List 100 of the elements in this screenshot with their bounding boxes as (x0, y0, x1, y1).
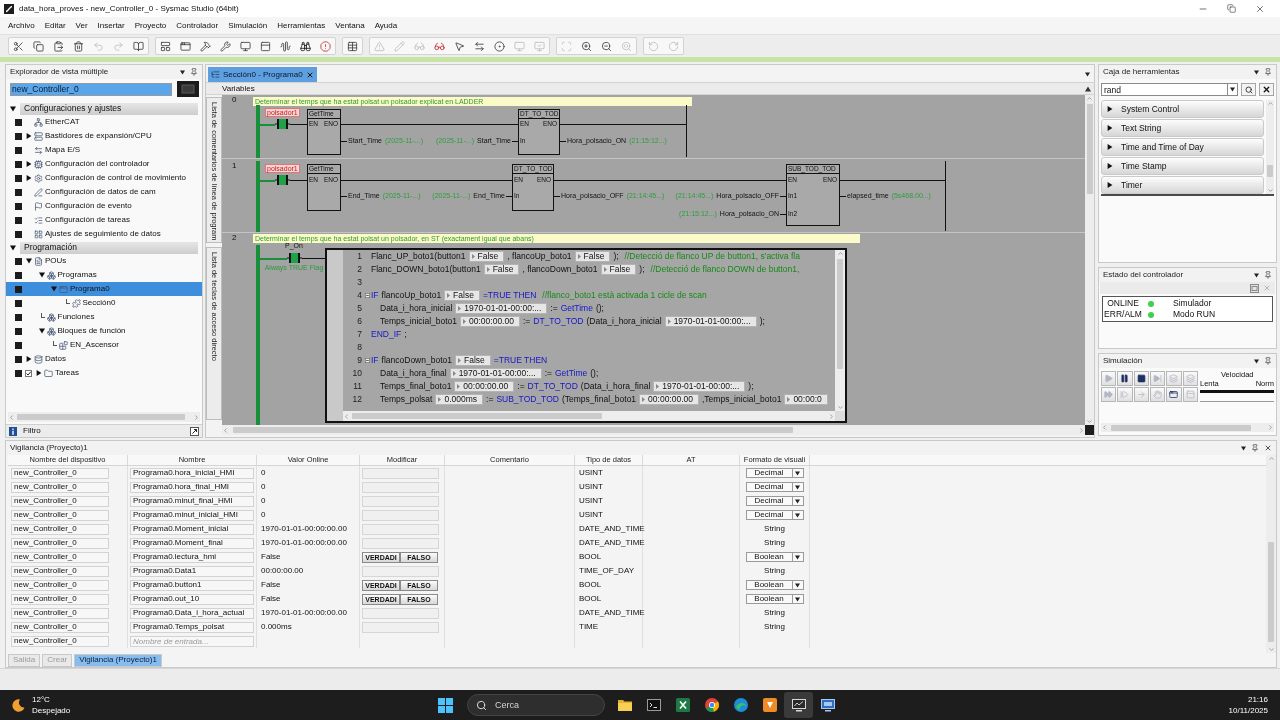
format-dropdown[interactable]: Decimal (745, 482, 804, 492)
tree-item[interactable]: EtherCAT (6, 115, 202, 129)
group-header[interactable]: Programación (20, 241, 198, 254)
format-dropdown[interactable]: Decimal (745, 496, 804, 506)
alert-icon[interactable] (320, 40, 331, 52)
format-dropdown[interactable]: Boolean (745, 594, 804, 604)
wrench-icon[interactable] (220, 40, 231, 52)
modify-field[interactable] (362, 509, 439, 521)
caret-right-icon[interactable] (1107, 125, 1113, 131)
toolbox-category[interactable]: Text String (1101, 119, 1264, 137)
pin-icon[interactable] (1264, 271, 1272, 279)
value-field[interactable]: 00:00:00.00 (460, 316, 520, 327)
value-field[interactable]: False (574, 251, 611, 262)
panel-tab[interactable]: Vigilancia (Proyecto)1 (74, 653, 162, 667)
window-icon[interactable] (180, 40, 191, 52)
binoculars-icon[interactable] (300, 40, 311, 52)
name-field[interactable]: Programa0.minut_inicial_HMI (130, 509, 254, 521)
caret-down-icon[interactable] (795, 484, 800, 490)
menu-item[interactable]: Herramientas (272, 21, 331, 30)
modify-field[interactable] (362, 481, 439, 493)
device-field[interactable]: new_Controller_0 (11, 467, 109, 479)
name-field[interactable]: Programa0.hora_final_HMI (130, 481, 254, 493)
value-field[interactable]: 0.000ms (435, 394, 484, 405)
caret-right-icon[interactable] (1107, 182, 1113, 188)
device-field[interactable]: new_Controller_0 (11, 593, 109, 605)
vertical-scrollbar[interactable] (1085, 95, 1094, 425)
pin-icon[interactable] (1264, 68, 1272, 76)
close-icon[interactable] (1264, 444, 1272, 452)
caret-down-icon[interactable] (795, 582, 800, 588)
value-field[interactable]: False (483, 264, 520, 275)
value-field[interactable]: 00:00:00.00 (639, 394, 699, 405)
tree-item[interactable]: Funciones (6, 310, 202, 324)
book-icon[interactable] (133, 40, 144, 52)
menu-item[interactable]: Simulación (223, 21, 273, 30)
toolbox-category[interactable]: System Control (1101, 100, 1264, 118)
stop-button[interactable] (1133, 371, 1149, 386)
value-field[interactable]: 00:00:00.00 (454, 381, 515, 392)
menu-item[interactable]: Ayuda (369, 21, 403, 30)
tree-item[interactable]: Bastidores de expansión/CPU (6, 129, 202, 143)
menu-item[interactable]: Ver (70, 21, 93, 30)
caret-down-icon[interactable] (1254, 272, 1259, 278)
hammer-icon[interactable] (200, 40, 211, 52)
caret-down-icon[interactable] (1085, 72, 1090, 77)
tree-item[interactable]: Configuración de control de movimiento (6, 171, 202, 185)
restore-icon[interactable] (1227, 4, 1236, 13)
device-field[interactable]: new_Controller_0 (11, 551, 109, 563)
tree-item[interactable]: EN_Ascensor (6, 338, 202, 352)
caret-down-icon[interactable] (38, 328, 45, 334)
scrollbar-thumb[interactable] (837, 259, 843, 369)
device-field[interactable]: new_Controller_0 (11, 537, 109, 549)
paste-icon[interactable] (53, 40, 64, 52)
pointer-icon[interactable] (454, 40, 465, 52)
search-field[interactable]: rand (1101, 83, 1227, 96)
value-field[interactable]: 1970-01-01-00:00:... (455, 303, 548, 314)
caret-down-icon[interactable] (1230, 87, 1235, 92)
tree-item[interactable]: Tareas (6, 366, 202, 380)
value-field[interactable]: 1970-01-01-00:00:... (449, 368, 542, 379)
clear-button[interactable] (1259, 83, 1274, 96)
tree-item[interactable]: Mapa E/S (6, 143, 202, 157)
menu-item[interactable]: Proyecto (129, 21, 172, 30)
vertical-scrollbar[interactable] (1266, 455, 1276, 653)
panel-icon[interactable] (260, 40, 271, 52)
dropdown-button[interactable] (1227, 83, 1238, 96)
table-icon[interactable] (347, 40, 358, 52)
caret-right-icon[interactable] (26, 133, 32, 139)
caret-down-icon[interactable] (38, 272, 45, 278)
caret-down-icon[interactable] (1241, 445, 1246, 451)
caret-right-icon[interactable] (26, 175, 32, 181)
toolbox-category[interactable]: Time and Time of Day (1101, 138, 1264, 156)
editor-tab[interactable]: Sección0 - Programa0 (208, 67, 317, 82)
four-squares-icon[interactable] (438, 697, 453, 713)
device-field[interactable]: new_Controller_0 (11, 607, 109, 619)
scrollbar-thumb[interactable] (17, 414, 185, 420)
tree-item[interactable]: POUs (6, 254, 202, 268)
name-field[interactable]: Programa0.button1 (130, 579, 254, 591)
toolbox-category[interactable]: Time Stamp (1101, 157, 1264, 175)
scrollbar-thumb[interactable] (1267, 165, 1273, 177)
value-field[interactable]: 1970-01-01-00:00:... (653, 381, 746, 392)
tree-item[interactable]: Datos (6, 352, 202, 366)
close-icon[interactable] (305, 70, 314, 79)
value-field[interactable]: False (444, 290, 480, 301)
name-field[interactable]: Programa0.hora_inicial_HMI (130, 467, 254, 479)
device-field[interactable]: new_Controller_0 (11, 523, 109, 535)
window-button[interactable] (1166, 387, 1182, 402)
device-field[interactable]: new_Controller_0 (11, 509, 109, 521)
caret-down-icon[interactable] (795, 554, 800, 560)
zoom-out-icon[interactable] (601, 40, 612, 52)
device-field[interactable]: new_Controller_0 (11, 481, 109, 493)
tree-item[interactable]: Configuración de evento (6, 199, 202, 213)
name-field[interactable]: Programa0.Temps_polsat (130, 621, 254, 633)
ring-icon[interactable] (494, 40, 505, 52)
name-field[interactable]: Programa0.minut_final_HMI (130, 495, 254, 507)
caret-right-icon[interactable] (36, 370, 42, 376)
scrollbar-thumb[interactable] (352, 413, 602, 419)
horizontal-scrollbar[interactable] (1101, 423, 1274, 432)
menu-item[interactable]: Controlador (171, 21, 224, 30)
value-field[interactable]: False (600, 264, 637, 275)
value-field[interactable]: 1970-01-01-00:00:... (664, 316, 757, 327)
modify-field[interactable] (362, 495, 439, 507)
device-field[interactable]: new_Controller_0 (11, 495, 109, 507)
